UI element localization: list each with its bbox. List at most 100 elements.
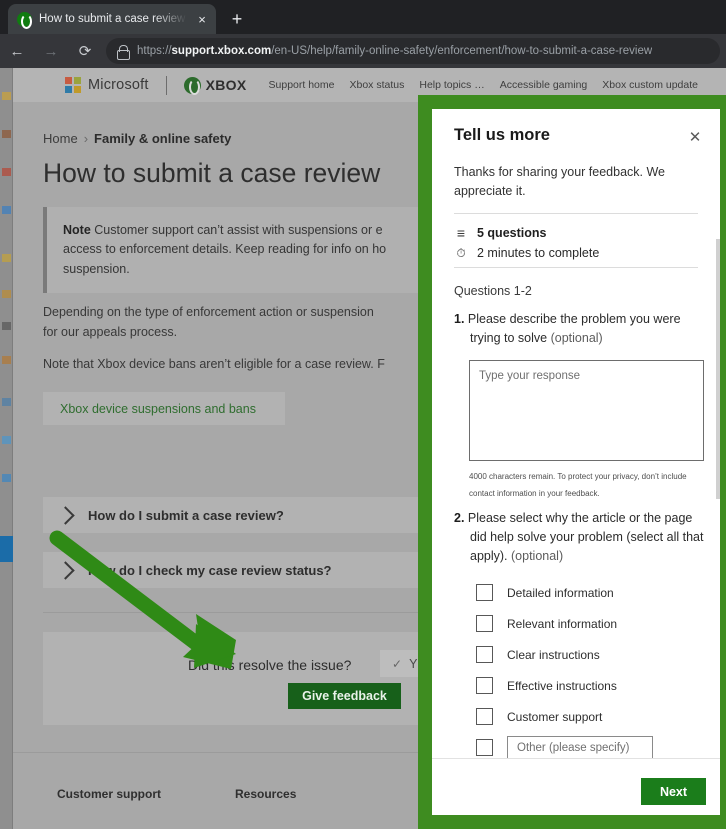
accordion-label: How do I check my case review status? [88,562,332,578]
para1-line2: for our appeals process. [43,325,178,339]
related-link-card[interactable]: Xbox device suspensions and bans [43,392,285,425]
side-icon-10[interactable] [2,436,11,444]
browser-chrome: How to submit a case review | Xb × + ← →… [0,0,726,68]
xbox-favicon-icon [17,11,32,27]
breadcrumb: Home › Family & online safety [43,131,231,146]
back-button[interactable]: ← [0,36,34,66]
xbox-sphere-icon [183,76,201,95]
note-label: Note [63,223,91,237]
tab-strip: How to submit a case review | Xb × + [0,0,726,34]
note-text-line3: suspension. [63,261,130,276]
side-icon-6[interactable] [2,290,11,298]
list-icon [454,226,468,240]
modal-scrollbar-thumb[interactable] [716,239,720,499]
related-link-label: Xbox device suspensions and bans [60,401,256,416]
question-1-number: 1. [454,312,465,326]
question-1-placeholder: Type your response [479,370,581,382]
checkbox-label: Relevant information [507,616,618,631]
side-icon-8[interactable] [2,356,11,364]
checkbox-label: Customer support [507,709,603,724]
microsoft-logo[interactable]: Microsoft [65,77,149,93]
meta-question-count-label: 5 questions [477,226,547,240]
modal-green-frame: Tell us more ✕ Thanks for sharing your f… [418,95,726,829]
close-icon[interactable]: ✕ [684,126,706,148]
question-2-optional: (optional) [511,549,564,563]
xbox-wordmark: XBOX [205,77,247,93]
feedback-question: Did this resolve the issue? [188,657,352,673]
checkbox-row-customer-support[interactable]: Customer support [476,701,706,732]
side-icon-4[interactable] [2,206,11,214]
checkbox-row-relevant-information[interactable]: Relevant information [476,608,706,639]
side-icon-7[interactable] [2,322,11,330]
question-1: 1. Please describe the problem you were … [454,310,706,348]
note-text-line2: access to enforcement details. Keep read… [63,242,387,257]
nav-support-home[interactable]: Support home [269,79,335,91]
address-bar[interactable]: https://support.xbox.com/en-US/help/fami… [106,38,720,64]
url-scheme: https:// [137,45,172,57]
checkbox-icon[interactable] [476,677,493,694]
checkbox-label: Clear instructions [507,647,600,662]
questions-range-label: Questions 1-2 [454,284,532,298]
modal-scrollbar[interactable] [716,109,720,815]
checkbox-icon[interactable] [476,615,493,632]
question-2-number: 2. [454,511,465,525]
checkbox-label: Effective instructions [507,678,617,693]
tab-title: How to submit a case review | Xb [39,13,187,25]
accordion-label: How do I submit a case review? [88,507,284,523]
meta-duration: 2 minutes to complete [454,246,599,260]
checkbox-icon[interactable] [476,708,493,725]
next-button[interactable]: Next [641,778,706,805]
modal-divider-bottom [454,267,698,268]
side-icon-11[interactable] [2,474,11,482]
checkbox-icon[interactable] [476,646,493,663]
close-icon[interactable]: × [194,11,210,27]
checkbox-row-detailed-information[interactable]: Detailed information [476,577,706,608]
checkbox-row-effective-instructions[interactable]: Effective instructions [476,670,706,701]
breadcrumb-current[interactable]: Family & online safety [94,131,231,146]
meta-duration-label: 2 minutes to complete [477,246,600,260]
footer-column-customer-support: Customer support [57,787,162,801]
side-icon-5[interactable] [2,254,11,262]
nav-help-topics[interactable]: Help topics … [419,79,484,91]
side-panel-selected-item[interactable] [0,536,13,562]
checkbox-icon[interactable] [476,584,493,601]
nav-xbox-custom-update[interactable]: Xbox custom update [602,79,698,91]
navigation-bar: ← → ⟳ https://support.xbox.com/en-US/hel… [0,34,726,68]
side-icon-3[interactable] [2,168,11,176]
question-1-textarea[interactable]: Type your response [469,360,704,461]
give-feedback-button[interactable]: Give feedback [288,683,401,709]
nav-xbox-status[interactable]: Xbox status [349,79,404,91]
chevron-right-icon [56,505,75,525]
breadcrumb-home[interactable]: Home [43,131,78,146]
site-navigation: Support home Xbox status Help topics … A… [269,79,698,91]
checkbox-icon[interactable] [476,739,493,756]
other-specify-input[interactable]: Other (please specify) [507,736,653,759]
url-text: https://support.xbox.com/en-US/help/fami… [137,45,652,57]
question-2: 2. Please select why the article or the … [454,509,706,566]
question-2-text: 2. Please select why the article or the … [454,509,706,566]
modal-title: Tell us more [454,126,550,144]
browser-side-panel-strip[interactable] [0,68,13,829]
other-specify-placeholder: Other (please specify) [517,741,630,754]
header-divider [165,75,167,95]
checkbox-row-clear-instructions[interactable]: Clear instructions [476,639,706,670]
reload-button[interactable]: ⟳ [68,36,102,66]
side-icon-2[interactable] [2,130,11,138]
browser-tab[interactable]: How to submit a case review | Xb × [8,4,216,34]
forward-button[interactable]: → [34,36,68,66]
question-1-optional: (optional) [550,331,603,345]
breadcrumb-separator: › [83,131,89,146]
microsoft-wordmark: Microsoft [88,77,149,93]
note-text-line1: Customer support can’t assist with suspe… [90,223,383,237]
tell-us-more-dialog: Tell us more ✕ Thanks for sharing your f… [432,109,720,815]
side-icon-9[interactable] [2,398,11,406]
xbox-logo[interactable]: XBOX [183,76,247,95]
question-2-body: Please select why the article or the pag… [464,511,704,563]
question-2-checkbox-list: Detailed information Relevant informatio… [476,577,706,763]
side-icon-1[interactable] [2,92,11,100]
question-1-text: 1. Please describe the problem you were … [454,310,706,348]
new-tab-button[interactable]: + [224,7,250,31]
url-host: support.xbox.com [171,45,272,57]
nav-accessible-gaming[interactable]: Accessible gaming [500,79,588,91]
feedback-yes-label: Y [409,656,418,671]
